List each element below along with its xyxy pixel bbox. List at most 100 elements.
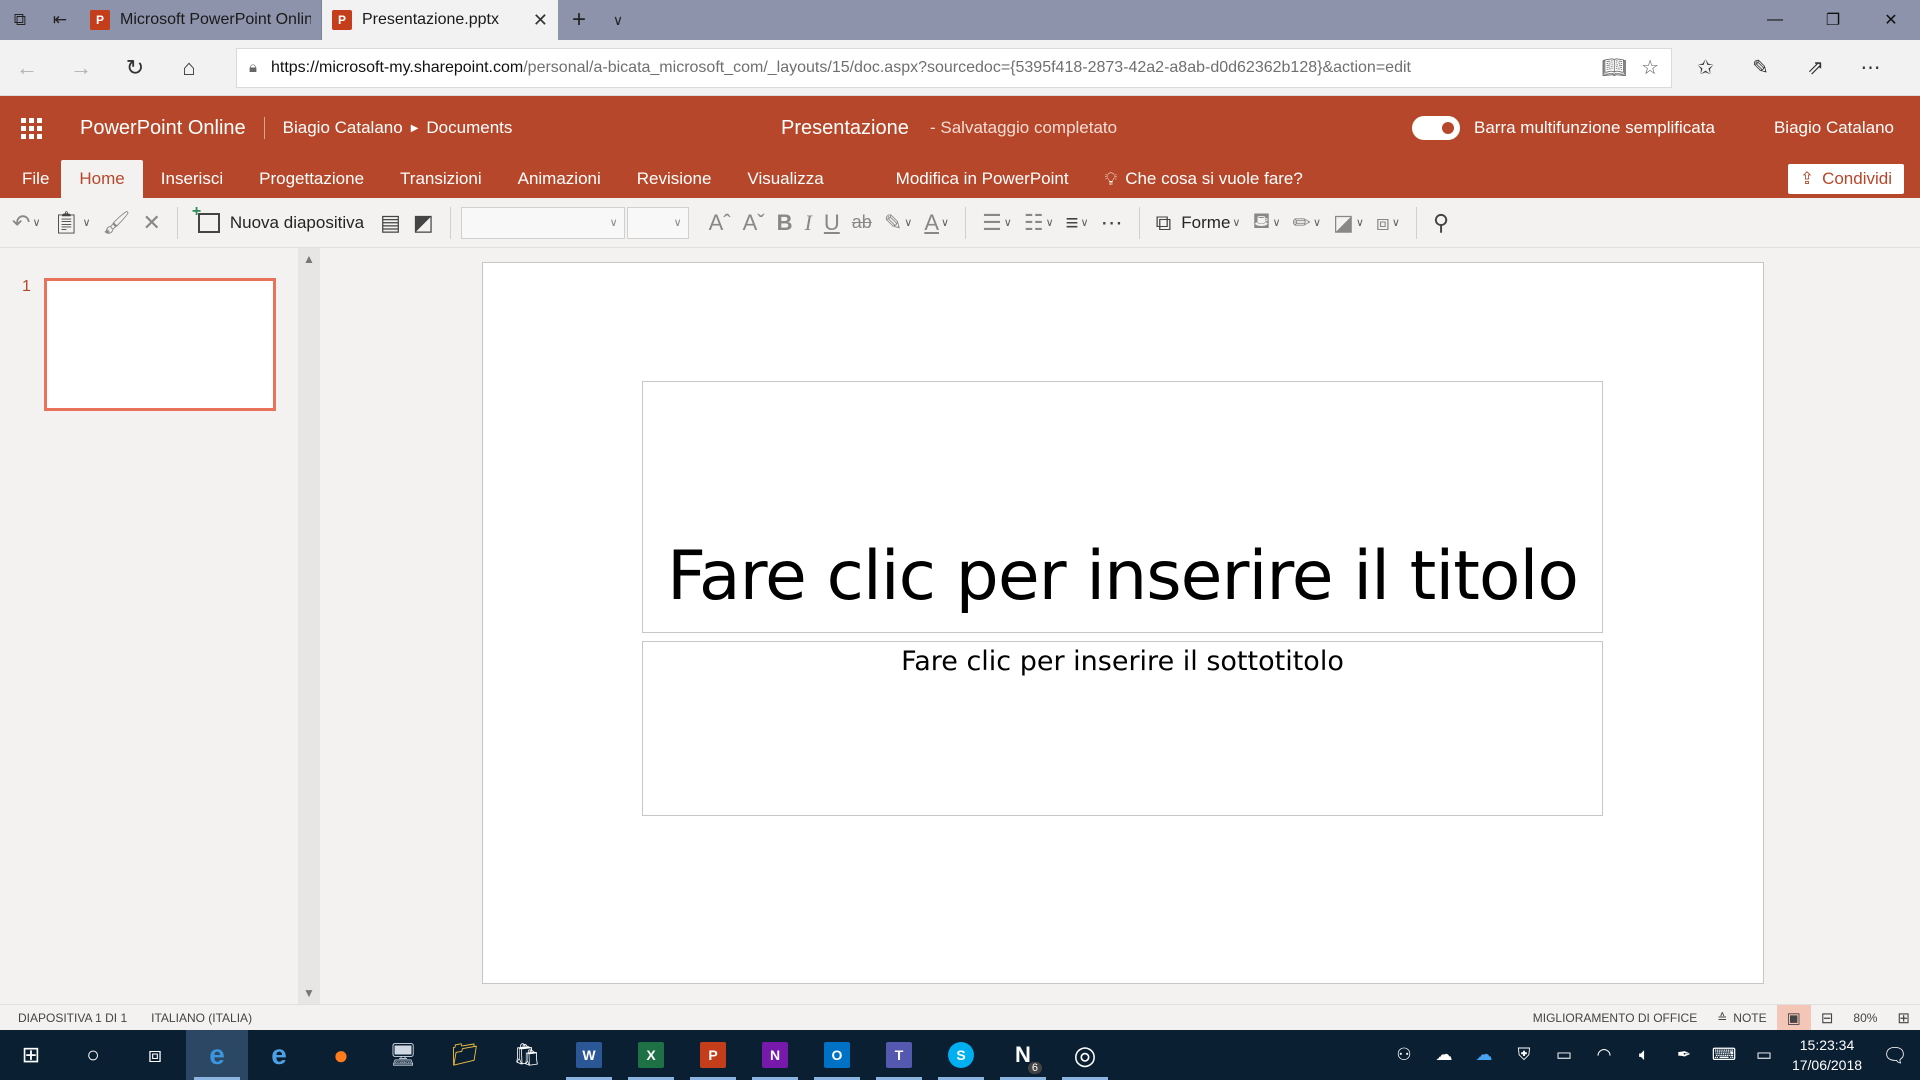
taskbar-edge[interactable]: e	[186, 1030, 248, 1080]
close-tab-icon[interactable]: ✕	[533, 10, 548, 31]
language-status[interactable]: ITALIANO (ITALIA)	[151, 1011, 252, 1025]
defender-shield-icon[interactable]: ⛨	[1504, 1045, 1544, 1065]
minimize-icon[interactable]: —	[1746, 0, 1804, 40]
italic-button[interactable]: I	[799, 198, 818, 248]
layout-button[interactable]: ▤	[374, 198, 407, 248]
favorite-star-icon[interactable]: ☆	[1641, 55, 1659, 80]
fit-slide-button[interactable]: ⊞	[1887, 1005, 1920, 1031]
breadcrumb-user[interactable]: Biagio Catalano	[283, 118, 403, 138]
zoom-level[interactable]: 80%	[1843, 1005, 1887, 1031]
back-icon[interactable]: ←	[0, 55, 54, 81]
font-name-dropdown[interactable]: ∨	[460, 206, 625, 239]
onedrive-business-icon[interactable]: ☁	[1464, 1045, 1504, 1065]
bullets-button[interactable]: ☰ ∨	[976, 198, 1018, 248]
tell-me-search[interactable]: 💡︎ Che cosa si vuole fare?	[1087, 160, 1321, 198]
share-icon[interactable]: ⇗	[1788, 55, 1843, 80]
taskbar-store[interactable]: 🛍︎	[496, 1030, 558, 1080]
restore-icon[interactable]: ❐	[1804, 0, 1862, 40]
cortana-button[interactable]: ○	[62, 1030, 124, 1080]
onedrive-icon[interactable]: ☁	[1424, 1045, 1464, 1065]
favorites-hub-icon[interactable]: ✩	[1678, 55, 1733, 80]
title-placeholder[interactable]: Fare clic per inserire il titolo	[642, 381, 1603, 633]
close-window-icon[interactable]: ✕	[1862, 0, 1920, 40]
browser-tab-presentazione[interactable]: P Presentazione.pptx ✕	[322, 0, 558, 40]
help-improve-office[interactable]: MIGLIORAMENTO DI OFFICE	[1523, 1005, 1707, 1031]
home-icon[interactable]: ⌂	[162, 55, 216, 81]
browser-tab-powerpoint-online[interactable]: P Microsoft PowerPoint Onlin	[80, 0, 322, 40]
taskbar-groove[interactable]: ◎	[1054, 1030, 1116, 1080]
tab-preview-chevron-icon[interactable]: ∨	[600, 0, 636, 40]
tab-overview-icon[interactable]: ⧉	[0, 0, 40, 40]
tab-progettazione[interactable]: Progettazione	[241, 160, 382, 198]
underline-button[interactable]: U	[818, 198, 846, 248]
arrange-button[interactable]: ⧈ ∨	[1370, 198, 1406, 248]
delete-button[interactable]: ✕	[136, 198, 166, 248]
bold-button[interactable]: B	[771, 198, 799, 248]
taskbar-file-explorer[interactable]: 📁︎	[434, 1030, 496, 1080]
breadcrumb-folder[interactable]: Documents	[426, 118, 512, 138]
taskbar-this-pc[interactable]: 🖥︎	[372, 1030, 434, 1080]
share-button[interactable]: ⇪ Condividi	[1787, 164, 1904, 194]
new-tab-icon[interactable]: +	[558, 0, 600, 40]
tab-animazioni[interactable]: Animazioni	[500, 160, 619, 198]
edit-in-powerpoint-link[interactable]: Modifica in PowerPoint	[878, 160, 1087, 198]
shape-effects-button[interactable]: ◪ ∨	[1327, 198, 1370, 248]
tab-transizioni[interactable]: Transizioni	[382, 160, 500, 198]
forward-icon[interactable]: →	[54, 55, 108, 81]
tab-file[interactable]: File	[10, 160, 61, 198]
taskbar-excel[interactable]: X	[620, 1030, 682, 1080]
battery-icon[interactable]: ▭	[1544, 1045, 1584, 1065]
pen-workspace-icon[interactable]: ✒	[1664, 1045, 1704, 1065]
touch-keyboard-icon[interactable]: ⌨	[1704, 1045, 1744, 1065]
shrink-font-button[interactable]: Aˇ	[737, 198, 771, 248]
format-painter-button[interactable]: 🖌︎	[97, 198, 137, 248]
simplified-ribbon-toggle[interactable]	[1412, 116, 1460, 140]
taskbar-firefox[interactable]: ●	[310, 1030, 372, 1080]
taskbar-powerpoint[interactable]: P	[682, 1030, 744, 1080]
volume-icon[interactable]: 🔈︎	[1624, 1045, 1664, 1065]
scroll-up-icon[interactable]: ▲	[303, 252, 315, 266]
taskbar-internet-explorer[interactable]: e	[248, 1030, 310, 1080]
reading-view-icon[interactable]: 📖︎	[1602, 55, 1627, 80]
tab-revisione[interactable]: Revisione	[619, 160, 730, 198]
web-note-icon[interactable]: ✎	[1733, 55, 1788, 80]
normal-view-button[interactable]: ▣	[1776, 1004, 1811, 1031]
start-button[interactable]: ⊞	[0, 1030, 62, 1080]
subtitle-placeholder[interactable]: Fare clic per inserire il sottotitolo	[642, 641, 1603, 816]
shapes-button[interactable]: ⧉ Forme ∨	[1150, 198, 1247, 248]
new-slide-button[interactable]: Nuova diapositiva	[188, 203, 374, 233]
account-user-name[interactable]: Biagio Catalano	[1774, 118, 1894, 138]
tab-inserisci[interactable]: Inserisci	[143, 160, 241, 198]
taskbar-onenote-notifications[interactable]: N 6	[992, 1030, 1054, 1080]
tablet-mode-icon[interactable]: ▭	[1744, 1045, 1784, 1065]
scroll-down-icon[interactable]: ▼	[303, 986, 315, 1000]
app-name[interactable]: PowerPoint Online	[80, 117, 246, 140]
align-button[interactable]: ≡ ∨	[1060, 198, 1095, 248]
font-color-button[interactable]: A ∨	[918, 198, 955, 248]
slideshow-button[interactable]: ⊟	[1811, 1005, 1844, 1031]
more-options-button[interactable]: ⋯	[1095, 198, 1129, 248]
undo-button[interactable]: ↶ ∨	[6, 198, 47, 248]
document-title[interactable]: Presentazione	[781, 117, 909, 140]
set-tabs-aside-icon[interactable]: ⇤	[40, 0, 80, 40]
people-icon[interactable]: ⚇	[1384, 1045, 1424, 1065]
slide-thumbnail[interactable]	[44, 278, 276, 411]
shape-outline-button[interactable]: ✏︎ ∨	[1287, 198, 1328, 248]
more-icon[interactable]: ⋯	[1843, 55, 1898, 80]
notes-button[interactable]: ≙ NOTE	[1707, 1005, 1776, 1031]
highlight-button[interactable]: ✎ ∨	[878, 198, 919, 248]
numbering-button[interactable]: ☷ ∨	[1018, 198, 1060, 248]
tab-home[interactable]: Home	[61, 160, 143, 198]
action-center-icon[interactable]: 🗨︎	[1870, 1043, 1920, 1068]
find-button[interactable]: ⚲	[1427, 198, 1455, 248]
task-view-button[interactable]: ⧈	[124, 1030, 186, 1080]
shape-fill-button[interactable]: ⛾ ∨	[1246, 198, 1286, 248]
clock[interactable]: 15:23:34 17/06/2018	[1784, 1035, 1870, 1075]
taskbar-teams[interactable]: T	[868, 1030, 930, 1080]
design-ideas-button[interactable]: ◩	[407, 198, 440, 248]
url-input[interactable]: 🔒︎ https://microsoft-my.sharepoint.com/p…	[236, 47, 1672, 88]
font-size-dropdown[interactable]: ∨	[626, 206, 689, 239]
wifi-icon[interactable]: ◠	[1584, 1045, 1624, 1065]
taskbar-skype[interactable]: S	[930, 1030, 992, 1080]
tab-visualizza[interactable]: Visualizza	[729, 160, 841, 198]
